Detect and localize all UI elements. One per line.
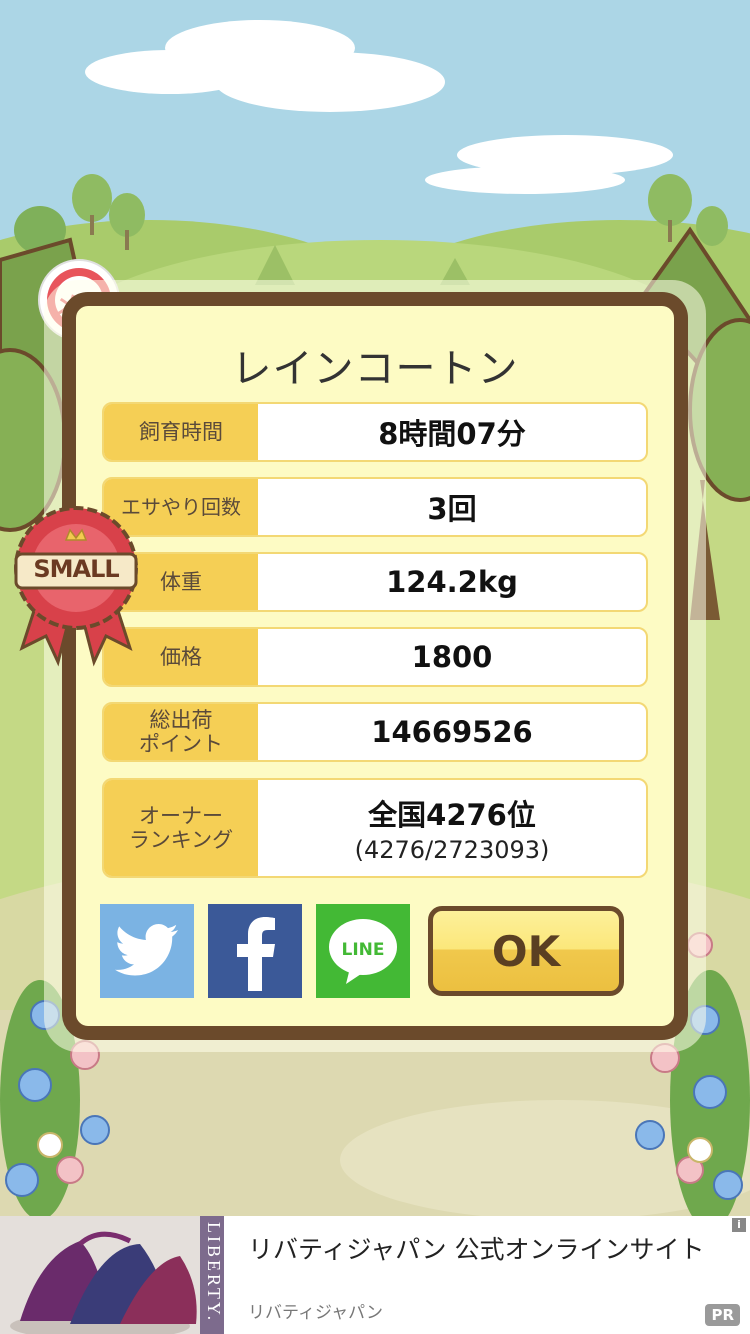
stat-row-weight: 体重 124.2kg bbox=[102, 552, 648, 612]
stat-label: オーナー ランキング bbox=[104, 780, 258, 876]
twitter-icon bbox=[115, 924, 178, 976]
stat-value: 8時間07分 bbox=[378, 417, 526, 451]
ad-info-icon[interactable]: i bbox=[732, 1218, 746, 1232]
stat-value-group: 全国4276位 (4276/2723093) bbox=[258, 780, 646, 876]
ad-brand-vertical: LIBERTY. bbox=[204, 1222, 224, 1324]
ranking-detail: (4276/2723093) bbox=[354, 836, 550, 864]
ad-title[interactable]: リバティジャパン 公式オンラインサイト bbox=[248, 1230, 704, 1266]
pig-name-title: レインコートン bbox=[231, 346, 519, 392]
stat-row-raising-time: 飼育時間 8時間07分 bbox=[102, 402, 648, 462]
stat-row-feeding-count: エサやり回数 3回 bbox=[102, 477, 648, 537]
stat-value: 14669526 bbox=[371, 715, 533, 749]
stat-row-owner-ranking: オーナー ランキング 全国4276位 (4276/2723093) bbox=[102, 778, 648, 878]
twitter-share-button[interactable] bbox=[100, 904, 194, 998]
stat-label: 総出荷 ポイント bbox=[104, 704, 258, 760]
stat-row-price: 価格 1800 bbox=[102, 627, 648, 687]
line-share-button[interactable]: LINE bbox=[316, 904, 410, 998]
ranking-value: 全国4276位 bbox=[368, 798, 536, 832]
size-label: SMALL bbox=[33, 555, 119, 583]
size-ribbon-badge: SMALL bbox=[12, 496, 140, 668]
stat-row-shipping-points: 総出荷 ポイント 14669526 bbox=[102, 702, 648, 762]
ad-banner[interactable]: LIBERTY. リバティジャパン 公式オンラインサイト リバティジャパン i … bbox=[0, 1216, 750, 1334]
ok-button[interactable]: OK bbox=[428, 906, 624, 996]
ad-pr-badge: PR bbox=[705, 1304, 740, 1326]
stat-value: 124.2kg bbox=[386, 565, 518, 599]
product-bag-image bbox=[0, 1216, 224, 1334]
stat-value: 1800 bbox=[411, 640, 493, 674]
facebook-share-button[interactable] bbox=[208, 904, 302, 998]
stat-value: 3回 bbox=[427, 492, 477, 526]
stat-label: 飼育時間 bbox=[104, 404, 258, 460]
ad-image[interactable]: LIBERTY. bbox=[0, 1216, 224, 1334]
line-label: LINE bbox=[341, 940, 385, 960]
ad-sponsor[interactable]: リバティジャパン bbox=[248, 1298, 383, 1323]
pig-info-dialog: レインコートン 飼育時間 8時間07分 エサやり回数 3回 体重 124.2kg… bbox=[62, 292, 688, 1040]
facebook-icon bbox=[237, 917, 275, 991]
